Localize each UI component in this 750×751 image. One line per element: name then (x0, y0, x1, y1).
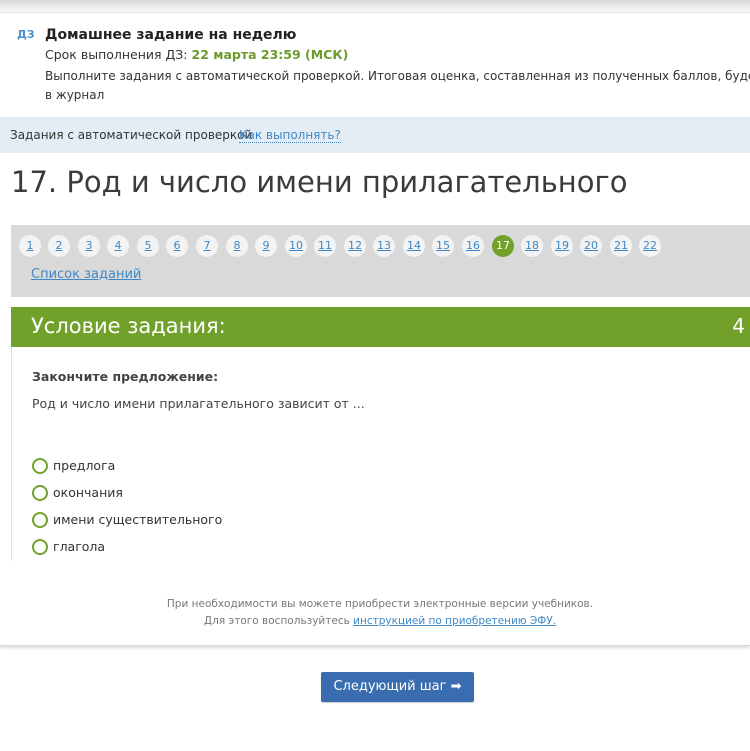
page-title: 17. Род и число имени прилагательного (11, 165, 628, 199)
task-instruction: Закончите предложение: (32, 369, 219, 384)
pager-item[interactable]: 18 (521, 235, 543, 257)
homework-header: ДЗ Домашнее задание на неделю Срок выпол… (0, 13, 750, 117)
pager-item[interactable]: 1 (19, 235, 41, 257)
pager-item[interactable]: 6 (166, 235, 188, 257)
condition-header: Условие задания: 4 (11, 307, 750, 347)
task-list-link[interactable]: Список заданий (31, 267, 141, 282)
pager-item[interactable]: 21 (610, 235, 632, 257)
homework-title: Домашнее задание на неделю (45, 27, 297, 43)
pager-item-current[interactable]: 17 (492, 235, 514, 257)
pager-item[interactable]: 9 (255, 235, 277, 257)
efu-instruction-link[interactable]: инструкцией по приобретению ЭФУ. (353, 615, 556, 627)
footer-line-2: Для этого воспользуйтесь инструкцией по … (0, 613, 750, 630)
condition-title: Условие задания: (31, 314, 226, 338)
radio-button[interactable] (32, 458, 48, 474)
radio-button[interactable] (32, 485, 48, 501)
condition-body: Закончите предложение: Род и число имени… (11, 347, 750, 561)
pager-item[interactable]: 11 (314, 235, 336, 257)
auto-check-label: Задания с автоматической проверкой (10, 128, 253, 142)
radio-button[interactable] (32, 539, 48, 555)
deadline-label: Срок выполнения ДЗ: (45, 47, 188, 62)
answer-option-label: глагола (53, 539, 106, 554)
homework-card: ДЗ Домашнее задание на неделю Срок выпол… (0, 12, 750, 646)
auto-check-bar: Задания с автоматической проверкой Как в… (0, 117, 750, 153)
how-to-complete-link[interactable]: Как выполнять? (239, 128, 341, 143)
pager-item[interactable]: 2 (48, 235, 70, 257)
pager-item[interactable]: 10 (285, 235, 307, 257)
description-line-2: в журнал (45, 88, 105, 102)
footer-note: При необходимости вы можете приобрести э… (0, 596, 750, 630)
pager-item[interactable]: 14 (403, 235, 425, 257)
task-pager: 1 2 3 4 5 6 7 8 9 10 11 12 13 14 15 16 17 18 19 20 21 22 Спис… (11, 225, 750, 297)
answer-option-label: окончания (53, 485, 123, 500)
task-question: Род и число имени прилагательного зависи… (32, 396, 365, 411)
footer-line-2-prefix: Для этого воспользуйтесь (203, 615, 350, 627)
pager-item[interactable]: 12 (344, 235, 366, 257)
radio-button[interactable] (32, 512, 48, 528)
pager-item[interactable]: 7 (196, 235, 218, 257)
next-step-button[interactable]: Следующий шаг ➡ (321, 672, 474, 702)
condition-number: 4 (732, 314, 745, 338)
answer-option-label: предлога (53, 458, 116, 473)
pager-item[interactable]: 5 (137, 235, 159, 257)
pager-item[interactable]: 19 (551, 235, 573, 257)
pager-item[interactable]: 13 (373, 235, 395, 257)
footer-line-1: При необходимости вы можете приобрести э… (166, 598, 594, 610)
pager-item[interactable]: 15 (432, 235, 454, 257)
answer-option-label: имени существительного (53, 512, 223, 527)
pager-item[interactable]: 16 (462, 235, 484, 257)
pager-item[interactable]: 22 (639, 235, 661, 257)
homework-deadline: Срок выполнения ДЗ: 22 марта 23:59 (МСК) (45, 47, 348, 62)
pager-item[interactable]: 3 (78, 235, 100, 257)
homework-description: Выполните задания с автоматической прове… (45, 67, 750, 105)
deadline-value: 22 марта 23:59 (МСК) (191, 47, 349, 62)
pager-item[interactable]: 20 (580, 235, 602, 257)
pager-item[interactable]: 8 (226, 235, 248, 257)
homework-icon: ДЗ (17, 28, 35, 41)
pager-item[interactable]: 4 (107, 235, 129, 257)
description-line-1: Выполните задания с автоматической прове… (45, 69, 750, 83)
